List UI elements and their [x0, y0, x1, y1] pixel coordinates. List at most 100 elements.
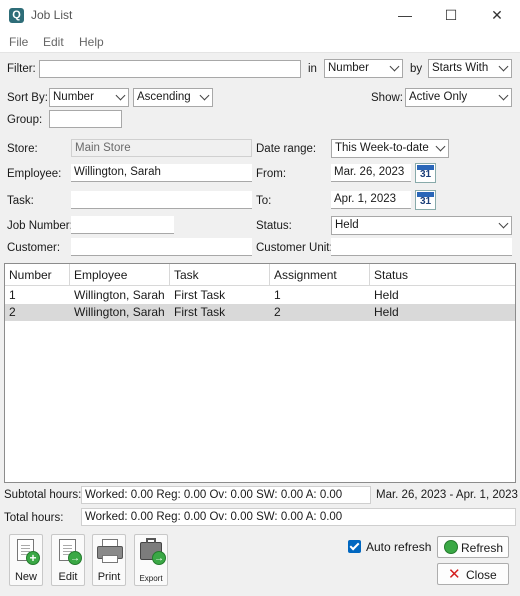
refresh-button-label: Refresh	[461, 541, 504, 555]
job-number-label: Job Number:	[7, 220, 73, 232]
store-label: Store:	[7, 143, 38, 155]
menu-bar	[0, 32, 520, 53]
status-value: Held	[335, 219, 359, 231]
close-window-button[interactable]: ✕	[474, 0, 520, 32]
customer-unit-label: Customer Unit:	[256, 242, 333, 254]
window-title: Job List	[31, 8, 73, 22]
group-input[interactable]	[49, 110, 122, 128]
auto-refresh-label: Auto refresh	[366, 540, 432, 554]
auto-refresh-checkbox[interactable]	[348, 540, 361, 553]
date-range-select[interactable]: This Week-to-date	[331, 139, 449, 158]
to-date-field[interactable]: Apr. 1, 2023	[331, 191, 411, 209]
column-header-status[interactable]: Status	[370, 264, 515, 286]
minimize-button[interactable]: —	[382, 0, 428, 32]
from-calendar-button[interactable]: 31	[415, 163, 436, 183]
employee-label: Employee:	[7, 168, 62, 180]
chevron-down-icon	[498, 61, 509, 72]
column-header-assignment[interactable]: Assignment	[270, 264, 370, 286]
subtotal-hours-value: Worked: 0.00 Reg: 0.00 Ov: 0.00 SW: 0.00…	[81, 486, 371, 504]
sort-order-select[interactable]: Ascending	[133, 88, 213, 107]
chevron-down-icon	[199, 90, 210, 101]
refresh-icon	[444, 540, 458, 554]
close-button[interactable]: ✕ Close	[437, 563, 509, 585]
date-range-value: This Week-to-date	[335, 142, 429, 154]
table-row-selected[interactable]: 2 Willington, Sarah First Task 2 Held	[5, 304, 515, 321]
total-hours-label: Total hours:	[4, 512, 64, 524]
table-row[interactable]: 1 Willington, Sarah First Task 1 Held	[5, 287, 515, 304]
from-label: From:	[256, 168, 287, 180]
from-date-field[interactable]: Mar. 26, 2023	[331, 164, 411, 182]
close-icon: ✕	[448, 566, 461, 583]
show-select[interactable]: Active Only	[405, 88, 512, 107]
cell-task: First Task	[174, 288, 226, 302]
date-range-label: Date range:	[256, 143, 317, 155]
show-label: Show:	[371, 92, 403, 104]
cell-task: First Task	[174, 305, 226, 319]
show-value: Active Only	[409, 91, 468, 103]
calendar-day-number: 31	[419, 196, 432, 207]
print-button[interactable]: Print	[92, 534, 126, 586]
menu-edit[interactable]: Edit	[43, 35, 64, 49]
briefcase-handle-icon	[146, 538, 156, 543]
sort-by-label: Sort By:	[7, 92, 48, 104]
new-button-label: New	[14, 571, 37, 583]
column-header-task[interactable]: Task	[170, 264, 270, 286]
export-button-label: Export	[139, 574, 163, 583]
job-number-field[interactable]	[71, 216, 174, 234]
customer-unit-field[interactable]	[331, 238, 512, 256]
filter-mode-select[interactable]: Starts With	[428, 59, 512, 78]
column-header-number[interactable]: Number	[5, 264, 70, 286]
to-label: To:	[256, 195, 272, 207]
menu-file[interactable]: File	[9, 35, 28, 49]
cell-number: 1	[9, 288, 16, 302]
chevron-down-icon	[435, 141, 446, 152]
chevron-down-icon	[115, 90, 126, 101]
filter-by-label: by	[410, 63, 423, 75]
sort-order-value: Ascending	[137, 91, 191, 103]
job-table[interactable]: Number Employee Task Assignment Status 1…	[4, 263, 516, 483]
plus-icon: +	[26, 551, 40, 565]
group-label: Group:	[7, 114, 43, 126]
filter-field-value: Number	[328, 62, 369, 74]
close-button-label: Close	[466, 568, 497, 582]
cell-number: 2	[9, 305, 16, 319]
export-arrow-icon: →	[152, 551, 166, 565]
maximize-button[interactable]: ☐	[428, 0, 474, 32]
cell-assignment: 1	[274, 288, 281, 302]
employee-field[interactable]: Willington, Sarah	[71, 164, 252, 182]
column-header-employee[interactable]: Employee	[70, 264, 170, 286]
menu-help[interactable]: Help	[79, 35, 104, 49]
filter-in-label: in	[308, 63, 317, 75]
customer-field[interactable]	[71, 238, 252, 256]
filter-input[interactable]	[39, 60, 301, 78]
customer-label: Customer:	[7, 242, 61, 254]
export-button[interactable]: → Export	[134, 534, 168, 586]
sort-field-select[interactable]: Number	[49, 88, 129, 107]
to-calendar-button[interactable]: 31	[415, 190, 436, 210]
subtotal-hours-label: Subtotal hours:	[4, 489, 82, 501]
filter-field-select[interactable]: Number	[324, 59, 403, 78]
arrow-icon: →	[68, 551, 82, 565]
calendar-day-number: 31	[419, 169, 432, 180]
sort-field-value: Number	[53, 91, 94, 103]
chevron-down-icon	[498, 90, 509, 101]
task-label: Task:	[7, 195, 34, 207]
new-button[interactable]: + New	[9, 534, 43, 586]
refresh-button[interactable]: Refresh	[437, 536, 509, 558]
print-button-label: Print	[97, 571, 121, 583]
filter-mode-value: Starts With	[432, 62, 489, 74]
subtotal-date-range: Mar. 26, 2023 - Apr. 1, 2023	[376, 489, 518, 501]
status-label: Status:	[256, 220, 292, 232]
task-field[interactable]	[71, 191, 252, 209]
chevron-down-icon	[389, 61, 400, 72]
edit-button[interactable]: → Edit	[51, 534, 85, 586]
status-select[interactable]: Held	[331, 216, 512, 235]
cell-status: Held	[374, 305, 399, 319]
store-field: Main Store	[71, 139, 252, 157]
cell-employee: Willington, Sarah	[74, 305, 165, 319]
printer-output-icon	[102, 555, 118, 563]
chevron-down-icon	[498, 218, 509, 229]
total-hours-value: Worked: 0.00 Reg: 0.00 Ov: 0.00 SW: 0.00…	[81, 508, 516, 526]
app-logo-icon: Q	[9, 8, 24, 23]
cell-employee: Willington, Sarah	[74, 288, 165, 302]
